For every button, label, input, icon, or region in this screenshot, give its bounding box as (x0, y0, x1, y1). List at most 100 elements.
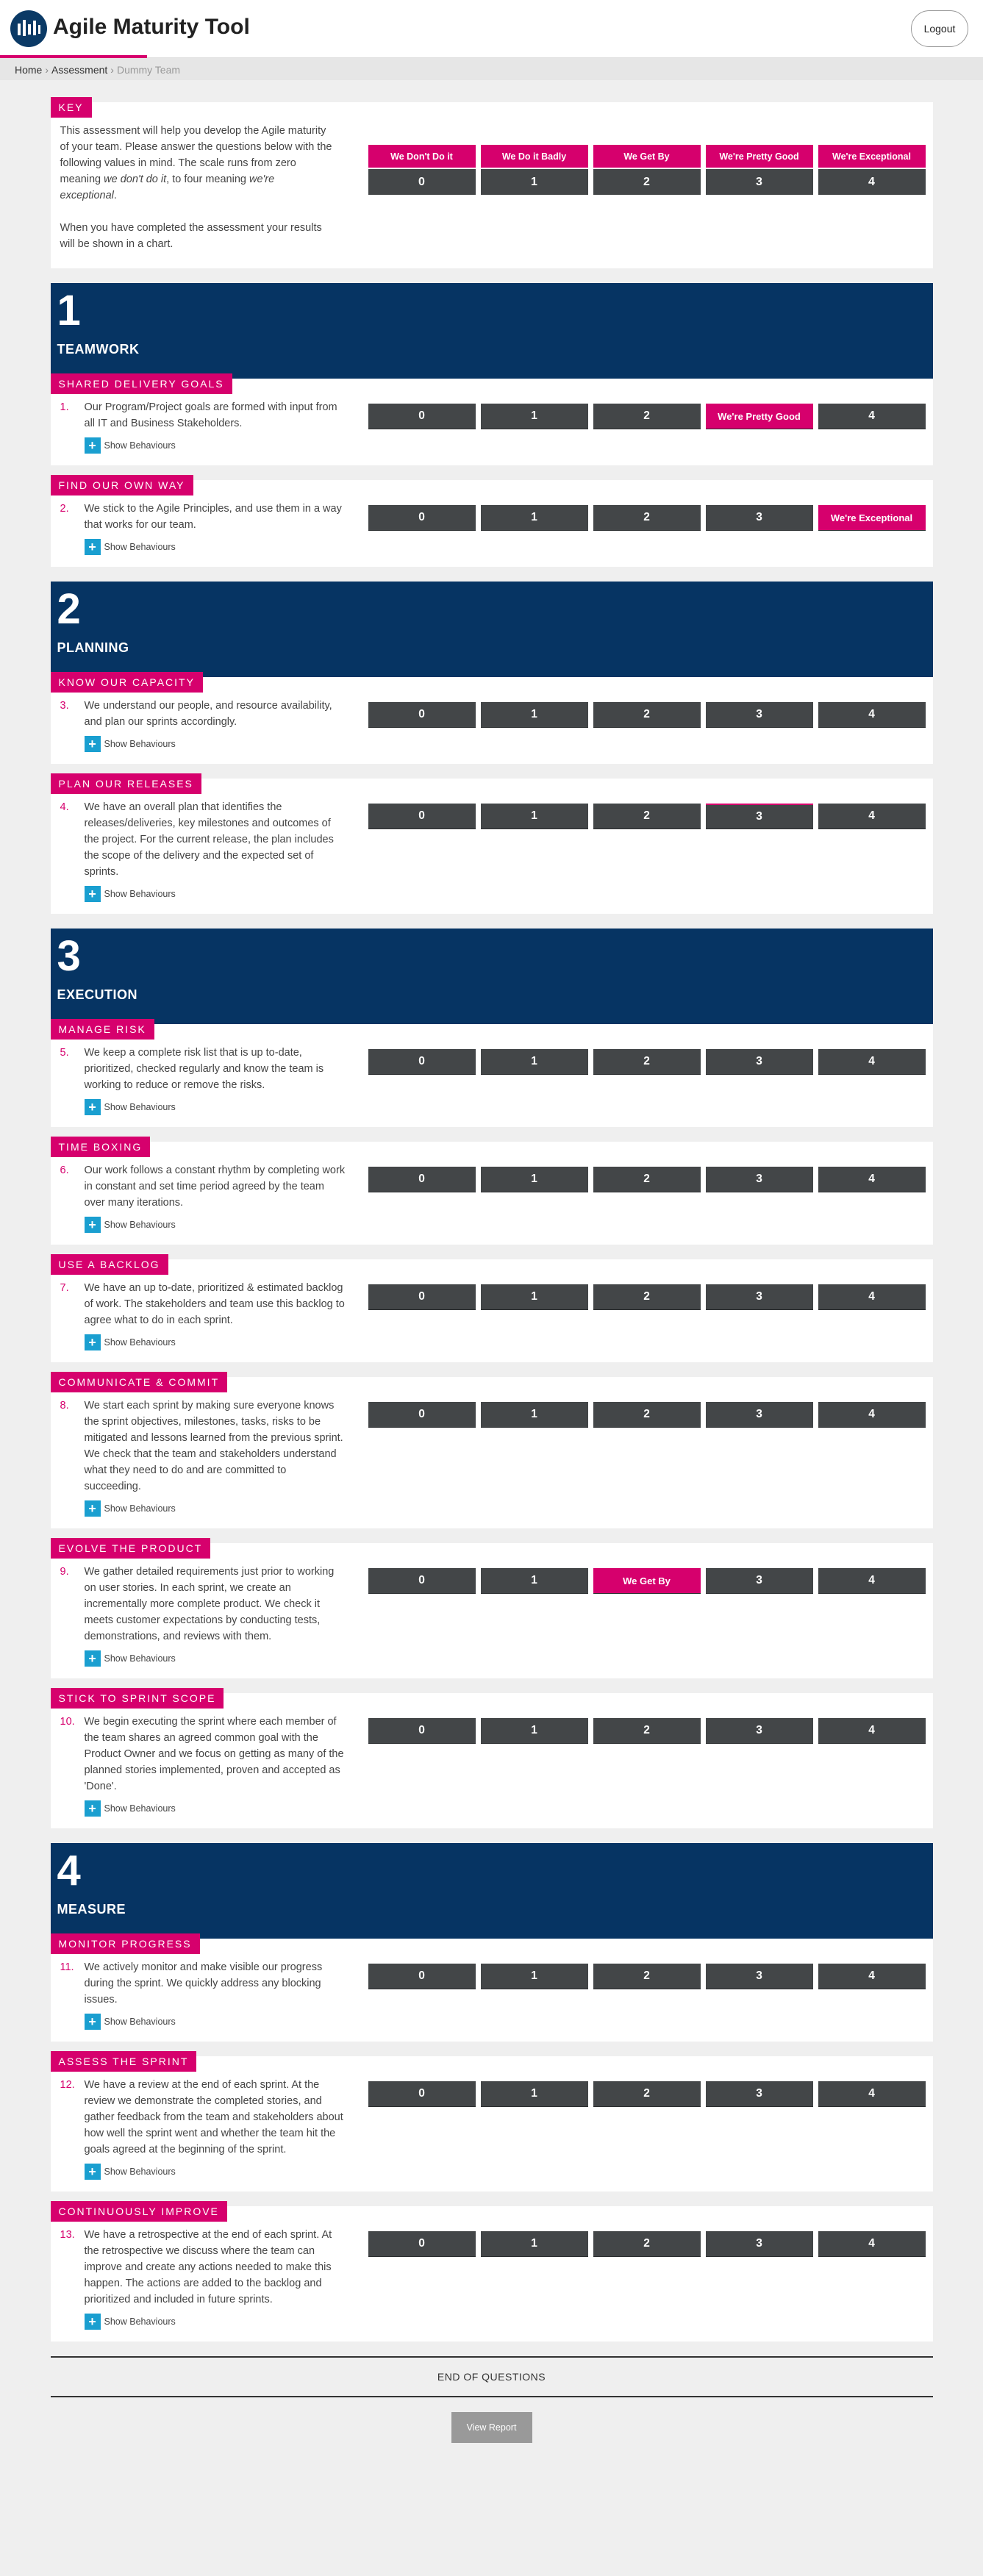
breadcrumb-assessment[interactable]: Assessment (51, 64, 107, 76)
score-button-2[interactable]: 2 (593, 702, 701, 728)
score-button-0[interactable]: 0 (368, 1284, 476, 1310)
score-button-2[interactable]: 2 (593, 1718, 701, 1744)
score-button-3[interactable]: 3 (705, 804, 813, 829)
breadcrumb-home[interactable]: Home (15, 64, 42, 76)
score-button-3[interactable]: 3 (705, 1964, 813, 1989)
score-options: 0 1 2 3 We're Exceptional (368, 505, 926, 555)
score-button-0[interactable]: 0 (368, 1718, 476, 1744)
show-behaviours-toggle[interactable]: + Show Behaviours (84, 1500, 354, 1517)
score-button-0[interactable]: 0 (368, 804, 476, 829)
score-button-0[interactable]: 0 (368, 2231, 476, 2257)
show-behaviours-toggle[interactable]: + Show Behaviours (84, 1217, 354, 1233)
key-scale: We Don't Do it We Do it Badly We Get By We'… (368, 145, 926, 252)
score-button-0[interactable]: 0 (368, 1402, 476, 1428)
score-button-1[interactable]: 1 (480, 804, 588, 829)
show-behaviours-toggle[interactable]: + Show Behaviours (84, 1099, 354, 1115)
show-behaviours-toggle[interactable]: + Show Behaviours (84, 2164, 354, 2180)
score-button-1[interactable]: 1 (480, 404, 588, 429)
score-button-2[interactable]: 2 (593, 505, 701, 531)
score-button-2[interactable]: 2 (593, 2081, 701, 2107)
score-button-3[interactable]: 3 (705, 1284, 813, 1310)
score-button-2[interactable]: 2 (593, 1402, 701, 1428)
header-accent (0, 55, 147, 58)
show-behaviours-label: Show Behaviours (104, 440, 176, 451)
score-button-0[interactable]: 0 (368, 404, 476, 429)
score-button-1[interactable]: 1 (480, 2231, 588, 2257)
score-button-1[interactable]: 1 (480, 2081, 588, 2107)
score-button-2[interactable]: 2 (593, 2231, 701, 2257)
question-number: 5. (60, 1047, 69, 1059)
score-button-3[interactable]: 3 (705, 2231, 813, 2257)
score-button-0[interactable]: 0 (368, 2081, 476, 2107)
show-behaviours-toggle[interactable]: + Show Behaviours (84, 437, 354, 454)
score-button-1[interactable]: 1 (480, 1964, 588, 1989)
score-button-2[interactable]: 2 (593, 1049, 701, 1075)
question-description: 10. We begin executing the sprint where e… (60, 1714, 354, 1817)
app-logo (10, 10, 47, 47)
score-button-3[interactable]: 3 (705, 702, 813, 728)
score-button-0[interactable]: 0 (368, 1964, 476, 1989)
score-button-1[interactable]: 1 (480, 1284, 588, 1310)
score-button-2[interactable]: 2 (593, 1167, 701, 1192)
logout-button[interactable]: Logout (911, 10, 968, 47)
score-button-4[interactable]: We're Exceptional (818, 505, 926, 531)
score-button-4[interactable]: 4 (818, 1049, 926, 1075)
score-button-4[interactable]: 4 (818, 2081, 926, 2107)
score-button-2[interactable]: 2 (593, 404, 701, 429)
score-button-1[interactable]: 1 (480, 1402, 588, 1428)
show-behaviours-label: Show Behaviours (104, 1503, 176, 1514)
score-button-2[interactable]: 2 (593, 804, 701, 829)
score-button-0[interactable]: 0 (368, 702, 476, 728)
score-button-0[interactable]: 0 (368, 1167, 476, 1192)
score-button-1[interactable]: 1 (480, 1718, 588, 1744)
question-tag: KNOW OUR CAPACITY (50, 672, 203, 693)
score-button-4[interactable]: 4 (818, 1167, 926, 1192)
score-button-3[interactable]: 3 (705, 1402, 813, 1428)
show-behaviours-toggle[interactable]: + Show Behaviours (84, 1334, 354, 1350)
score-button-4[interactable]: 4 (818, 1402, 926, 1428)
show-behaviours-toggle[interactable]: + Show Behaviours (84, 886, 354, 902)
score-button-2[interactable]: We Get By (593, 1568, 701, 1594)
score-button-1[interactable]: 1 (480, 1568, 588, 1594)
score-button-4[interactable]: 4 (818, 702, 926, 728)
view-report-button[interactable]: View Report (451, 2412, 532, 2443)
show-behaviours-toggle[interactable]: + Show Behaviours (84, 1650, 354, 1667)
show-behaviours-toggle[interactable]: + Show Behaviours (84, 539, 354, 555)
score-button-3[interactable]: We're Pretty Good (705, 404, 813, 429)
show-behaviours-toggle[interactable]: + Show Behaviours (84, 2014, 354, 2030)
show-behaviours-toggle[interactable]: + Show Behaviours (84, 1800, 354, 1817)
score-button-2[interactable]: 2 (593, 1964, 701, 1989)
show-behaviours-toggle[interactable]: + Show Behaviours (84, 736, 354, 752)
score-button-1[interactable]: 1 (480, 702, 588, 728)
score-button-4[interactable]: 4 (818, 1964, 926, 1989)
score-button-3[interactable]: 3 (705, 1718, 813, 1744)
score-button-1[interactable]: 1 (480, 1049, 588, 1075)
question-card: KNOW OUR CAPACITY 3. We understand our peo… (50, 672, 933, 764)
score-button-4[interactable]: 4 (818, 1718, 926, 1744)
score-button-3[interactable]: 3 (705, 2081, 813, 2107)
score-button-0[interactable]: 0 (368, 505, 476, 531)
score-button-4[interactable]: 4 (818, 1568, 926, 1594)
question-text: Our work follows a constant rhythm by co… (84, 1164, 346, 1209)
score-button-4[interactable]: 4 (818, 2231, 926, 2257)
main-content: KEY This assessment will help you develo… (50, 80, 933, 2465)
score-button-2[interactable]: 2 (593, 1284, 701, 1310)
show-behaviours-toggle[interactable]: + Show Behaviours (84, 2314, 354, 2330)
show-behaviours-label: Show Behaviours (104, 1337, 176, 1348)
key-score-3: 3 (705, 169, 813, 195)
show-behaviours-label: Show Behaviours (104, 889, 176, 899)
question-number: 7. (60, 1282, 69, 1294)
score-button-3[interactable]: 3 (705, 1568, 813, 1594)
score-button-1[interactable]: 1 (480, 505, 588, 531)
score-button-4[interactable]: 4 (818, 1284, 926, 1310)
score-button-1[interactable]: 1 (480, 1167, 588, 1192)
score-button-0[interactable]: 0 (368, 1049, 476, 1075)
show-behaviours-label: Show Behaviours (104, 739, 176, 749)
score-button-0[interactable]: 0 (368, 1568, 476, 1594)
score-button-3[interactable]: 3 (705, 1049, 813, 1075)
score-button-3[interactable]: 3 (705, 1167, 813, 1192)
question-body: 6. Our work follows a constant rhythm by … (60, 1162, 926, 1233)
score-button-4[interactable]: 4 (818, 404, 926, 429)
score-button-4[interactable]: 4 (818, 804, 926, 829)
score-button-3[interactable]: 3 (705, 505, 813, 531)
